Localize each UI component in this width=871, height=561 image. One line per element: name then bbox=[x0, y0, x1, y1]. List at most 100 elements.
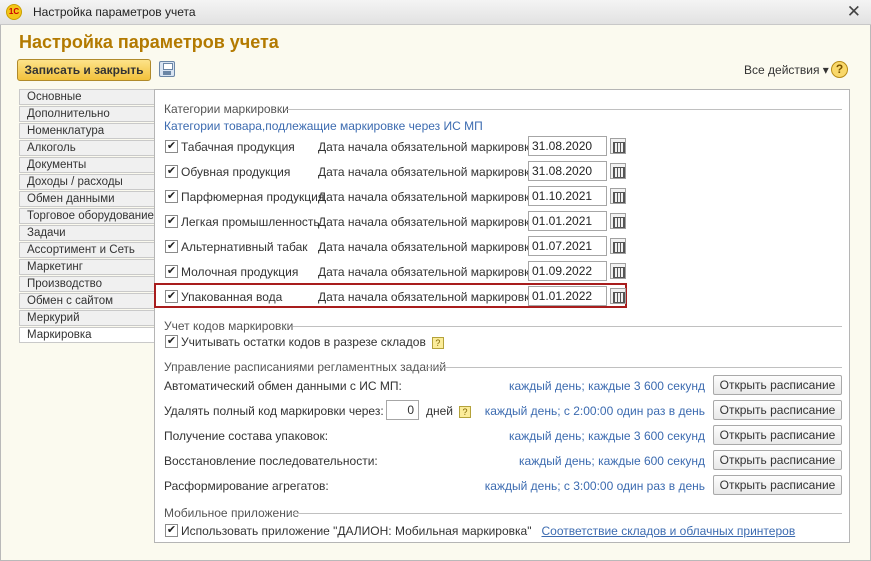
date-label: Дата начала обязательной маркировки: bbox=[318, 165, 540, 179]
schedule-label: Получение состава упаковок: bbox=[164, 429, 329, 443]
date-input[interactable]: 31.08.2020 bbox=[528, 136, 607, 156]
question-icon[interactable]: ? bbox=[459, 405, 472, 418]
schedule-label: Восстановление последовательности: bbox=[164, 454, 378, 468]
date-input[interactable]: 01.09.2022 bbox=[528, 261, 607, 281]
mobile-option-label: Использовать приложение "ДАЛИОН: Мобильн… bbox=[181, 524, 532, 538]
calendar-icon[interactable] bbox=[610, 163, 626, 179]
nav-item-marking[interactable]: Маркировка bbox=[19, 327, 155, 343]
settings-window: Настройка параметров учета Записать и за… bbox=[0, 25, 871, 561]
category-row: ✔ Альтернативный табак Дата начала обяза… bbox=[155, 236, 851, 258]
category-row: ✔ Обувная продукция Дата начала обязател… bbox=[155, 161, 851, 183]
warehouse-printers-link[interactable]: Соответствие складов и облачных принтеро… bbox=[541, 524, 795, 538]
nav-item-alcohol[interactable]: Алкоголь bbox=[19, 140, 155, 156]
close-icon[interactable]: ✕ bbox=[847, 2, 861, 22]
help-icon[interactable]: ? bbox=[831, 61, 848, 78]
open-schedule-button[interactable]: Открыть расписание bbox=[713, 400, 842, 420]
codes-option-row: ✔ Учитывать остатки кодов в разрезе скла… bbox=[155, 331, 851, 353]
mobile-section-title: Мобильное приложение bbox=[164, 506, 300, 520]
date-input[interactable]: 01.07.2021 bbox=[528, 236, 607, 256]
marking-subtitle: Категории товара,подлежащие маркировке ч… bbox=[164, 119, 483, 133]
nav-item-trade-equipment[interactable]: Торговое оборудование bbox=[19, 208, 155, 224]
category-row: ✔ Табачная продукция Дата начала обязате… bbox=[155, 136, 851, 158]
category-checkbox[interactable]: ✔ bbox=[165, 240, 178, 253]
date-label: Дата начала обязательной маркировки: bbox=[318, 290, 540, 304]
save-icon[interactable] bbox=[159, 61, 175, 77]
codes-option: Учитывать остатки кодов в разрезе складо… bbox=[181, 335, 444, 349]
schedule-text: каждый день; каждые 3 600 секунд bbox=[508, 379, 705, 393]
save-and-close-button[interactable]: Записать и закрыть bbox=[17, 59, 151, 81]
date-input[interactable]: 01.01.2021 bbox=[528, 211, 607, 231]
divider bbox=[293, 513, 842, 514]
category-row: ✔ Молочная продукция Дата начала обязате… bbox=[155, 261, 851, 283]
calendar-icon[interactable] bbox=[610, 288, 626, 304]
nav-item-nomenclature[interactable]: Номенклатура bbox=[19, 123, 155, 139]
schedule-row: Получение состава упаковок: каждый день;… bbox=[155, 425, 851, 447]
nav-item-documents[interactable]: Документы bbox=[19, 157, 155, 173]
schedule-label: Удалять полный код маркировки через: bbox=[164, 404, 384, 418]
mobile-option-row: ✔ Использовать приложение "ДАЛИОН: Мобил… bbox=[155, 520, 851, 542]
calendar-icon[interactable] bbox=[610, 138, 626, 154]
nav-item-tasks[interactable]: Задачи bbox=[19, 225, 155, 241]
calendar-icon[interactable] bbox=[610, 188, 626, 204]
schedule-text: каждый день; с 3:00:00 один раз в день bbox=[484, 479, 705, 493]
category-checkbox[interactable]: ✔ bbox=[165, 190, 178, 203]
category-checkbox[interactable]: ✔ bbox=[165, 290, 178, 303]
nav-item-site-exchange[interactable]: Обмен с сайтом bbox=[19, 293, 155, 309]
calendar-icon[interactable] bbox=[610, 213, 626, 229]
date-label: Дата начала обязательной маркировки: bbox=[318, 190, 540, 204]
schedule-text: каждый день; каждые 3 600 секунд bbox=[508, 429, 705, 443]
nav-item-data-exchange[interactable]: Обмен данными bbox=[19, 191, 155, 207]
codes-checkbox[interactable]: ✔ bbox=[165, 335, 178, 348]
calendar-icon[interactable] bbox=[610, 238, 626, 254]
nav-item-basic[interactable]: Основные bbox=[19, 89, 155, 105]
open-schedule-button[interactable]: Открыть расписание bbox=[713, 450, 842, 470]
schedule-label: Автоматический обмен данными с ИС МП: bbox=[164, 379, 402, 393]
page-title: Настройка параметров учета bbox=[19, 32, 279, 52]
days-unit: дней? bbox=[426, 404, 472, 418]
date-input[interactable]: 01.10.2021 bbox=[528, 186, 607, 206]
category-checkbox[interactable]: ✔ bbox=[165, 265, 178, 278]
schedule-row: Восстановление последовательности: кажды… bbox=[155, 450, 851, 472]
date-input[interactable]: 01.01.2022 bbox=[528, 286, 607, 306]
mobile-option: Использовать приложение "ДАЛИОН: Мобильн… bbox=[181, 524, 795, 538]
open-schedule-button[interactable]: Открыть расписание bbox=[713, 475, 842, 495]
divider bbox=[426, 367, 842, 368]
date-label: Дата начала обязательной маркировки: bbox=[318, 265, 540, 279]
date-label: Дата начала обязательной маркировки: bbox=[318, 140, 540, 154]
nav-item-mercury[interactable]: Меркурий bbox=[19, 310, 155, 326]
question-icon[interactable]: ? bbox=[431, 336, 444, 349]
date-label: Дата начала обязательной маркировки: bbox=[318, 240, 540, 254]
schedule-label: Расформирование агрегатов: bbox=[164, 479, 329, 493]
mobile-checkbox[interactable]: ✔ bbox=[165, 524, 178, 537]
schedule-row: Удалять полный код маркировки через: 0 д… bbox=[155, 400, 851, 422]
category-row-highlighted: ✔ Упакованная вода Дата начала обязатель… bbox=[154, 283, 851, 308]
calendar-icon[interactable] bbox=[610, 263, 626, 279]
category-label: Легкая промышленность bbox=[181, 215, 320, 229]
sections-nav: Основные Дополнительно Номенклатура Алко… bbox=[19, 89, 155, 344]
app-logo-icon: 1С bbox=[6, 4, 22, 20]
category-label: Молочная продукция bbox=[181, 265, 299, 279]
divider bbox=[286, 109, 842, 110]
nav-item-additional[interactable]: Дополнительно bbox=[19, 106, 155, 122]
nav-item-income-expenses[interactable]: Доходы / расходы bbox=[19, 174, 155, 190]
schedule-text: каждый день; с 2:00:00 один раз в день bbox=[484, 404, 705, 418]
category-checkbox[interactable]: ✔ bbox=[165, 215, 178, 228]
nav-item-marketing[interactable]: Маркетинг bbox=[19, 259, 155, 275]
days-label: дней bbox=[426, 404, 454, 418]
schedule-text: каждый день; каждые 600 секунд bbox=[519, 454, 705, 468]
date-label: Дата начала обязательной маркировки: bbox=[318, 215, 540, 229]
category-checkbox[interactable]: ✔ bbox=[165, 140, 178, 153]
open-schedule-button[interactable]: Открыть расписание bbox=[713, 425, 842, 445]
date-input[interactable]: 31.08.2020 bbox=[528, 161, 607, 181]
days-input[interactable]: 0 bbox=[386, 400, 419, 420]
all-actions-menu[interactable]: Все действия ▾ bbox=[744, 63, 829, 77]
nav-item-production[interactable]: Производство bbox=[19, 276, 155, 292]
category-label: Упакованная вода bbox=[181, 290, 283, 304]
divider bbox=[293, 326, 842, 327]
open-schedule-button[interactable]: Открыть расписание bbox=[713, 375, 842, 395]
marking-categories-title: Категории маркировки bbox=[164, 102, 289, 116]
category-checkbox[interactable]: ✔ bbox=[165, 165, 178, 178]
category-label: Альтернативный табак bbox=[181, 240, 308, 254]
schedule-row: Автоматический обмен данными с ИС МП: ка… bbox=[155, 375, 851, 397]
nav-item-assortment[interactable]: Ассортимент и Сеть bbox=[19, 242, 155, 258]
